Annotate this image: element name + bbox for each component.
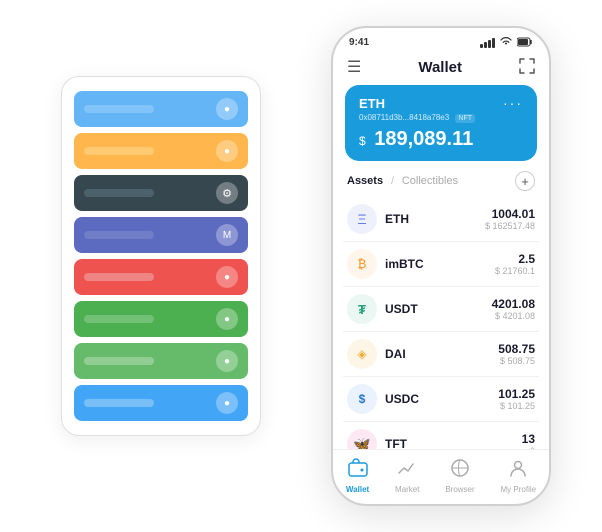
usdt-usd: $ 4201.08 [492,311,535,321]
eth-card-amount: $ 189,089.11 [359,128,523,151]
asset-row-dai[interactable]: ◈ DAI 508.75 $ 508.75 [343,332,539,377]
assets-header: Assets / Collectibles + [333,171,549,197]
nav-wallet[interactable]: Wallet [346,458,369,494]
usdt-symbol: USDT [385,302,492,316]
imbtc-amounts: 2.5 $ 21760.1 [495,252,535,276]
profile-nav-icon [508,458,528,483]
assets-tabs: Assets / Collectibles [347,175,458,187]
stack-card-line-7 [84,357,154,365]
stack-card-6: ● [74,301,248,337]
eth-symbol: ETH [385,212,485,226]
browser-nav-label: Browser [445,485,474,494]
browser-nav-icon [450,458,470,483]
usdt-amount: 4201.08 [492,297,535,311]
wallet-nav-icon [348,458,368,483]
nft-badge: NFT [455,114,475,123]
eth-amount: 1004.01 [485,207,535,221]
phone-header: ☰ Wallet [333,53,549,85]
tab-collectibles[interactable]: Collectibles [402,175,458,187]
stack-card-icon-6: ● [216,308,238,330]
usdc-usd: $ 101.25 [498,401,535,411]
scene: ● ● ⚙ M ● ● ● ● [21,16,581,516]
stack-card-2: ● [74,133,248,169]
expand-icon[interactable] [519,58,535,77]
tft-amounts: 13 0 [522,432,535,449]
stack-card-icon-8: ● [216,392,238,414]
stack-card-icon-1: ● [216,98,238,120]
imbtc-amount: 2.5 [495,252,535,266]
dai-amounts: 508.75 $ 508.75 [498,342,535,366]
stack-card-line-6 [84,315,154,323]
nav-browser[interactable]: Browser [445,458,474,494]
eth-card-title: ETH [359,96,385,111]
eth-usd: $ 162517.48 [485,221,535,231]
asset-row-usdt[interactable]: ₮ USDT 4201.08 $ 4201.08 [343,287,539,332]
stack-card-7: ● [74,343,248,379]
tab-assets[interactable]: Assets [347,175,383,187]
stack-card-line-1 [84,105,154,113]
dai-symbol: DAI [385,347,498,361]
profile-nav-label: My Profile [501,485,537,494]
stack-card-line-3 [84,189,154,197]
usdt-amounts: 4201.08 $ 4201.08 [492,297,535,321]
eth-card-address: 0x08711d3b...8418a78e3 NFT [359,113,523,122]
stack-card-line-8 [84,399,154,407]
imbtc-usd: $ 21760.1 [495,266,535,276]
stack-card-line-2 [84,147,154,155]
stack-card-8: ● [74,385,248,421]
nav-profile[interactable]: My Profile [501,458,537,494]
usdc-icon: $ [347,384,377,414]
status-bar: 9:41 [333,28,549,53]
status-time: 9:41 [349,37,369,48]
stack-card-icon-3: ⚙ [216,182,238,204]
market-nav-label: Market [395,485,419,494]
tft-amount: 13 [522,432,535,446]
eth-card-dots[interactable]: ··· [503,95,523,111]
usdc-amount: 101.25 [498,387,535,401]
asset-row-tft[interactable]: 🦋 TFT 13 0 [343,422,539,449]
imbtc-symbol: imBTC [385,257,495,271]
asset-row-imbtc[interactable]: ₿ imBTC 2.5 $ 21760.1 [343,242,539,287]
eth-amounts: 1004.01 $ 162517.48 [485,207,535,231]
dai-usd: $ 508.75 [498,356,535,366]
card-stack: ● ● ⚙ M ● ● ● ● [61,76,261,436]
asset-row-usdc[interactable]: $ USDC 101.25 $ 101.25 [343,377,539,422]
menu-icon[interactable]: ☰ [347,57,361,77]
stack-card-line-5 [84,273,154,281]
eth-icon: Ξ [347,204,377,234]
status-icons [480,36,533,49]
stack-card-5: ● [74,259,248,295]
dai-icon: ◈ [347,339,377,369]
wallet-nav-label: Wallet [346,485,369,494]
bottom-nav: Wallet Market Browser My Profile [333,449,549,504]
stack-card-icon-2: ● [216,140,238,162]
stack-card-line-4 [84,231,154,239]
phone: 9:41 ☰ Wallet [331,26,551,506]
stack-card-4: M [74,217,248,253]
imbtc-icon: ₿ [347,249,377,279]
eth-card-header: ETH ··· [359,95,523,111]
stack-card-1: ● [74,91,248,127]
tab-separator: / [391,176,394,187]
market-nav-icon [397,458,417,483]
wallet-title: Wallet [418,59,462,76]
eth-card: ETH ··· 0x08711d3b...8418a78e3 NFT $ 189… [345,85,537,161]
usdc-amounts: 101.25 $ 101.25 [498,387,535,411]
wifi-icon [500,36,512,49]
usdt-icon: ₮ [347,294,377,324]
tft-icon: 🦋 [347,429,377,449]
stack-card-icon-4: M [216,224,238,246]
dai-amount: 508.75 [498,342,535,356]
signal-icon [480,38,495,48]
asset-row-eth[interactable]: Ξ ETH 1004.01 $ 162517.48 [343,197,539,242]
asset-list: Ξ ETH 1004.01 $ 162517.48 ₿ imBTC 2.5 $ … [333,197,549,449]
stack-card-icon-7: ● [216,350,238,372]
tft-symbol: TFT [385,437,522,449]
nav-market[interactable]: Market [395,458,419,494]
usdc-symbol: USDC [385,392,498,406]
battery-icon [517,37,533,49]
stack-card-3: ⚙ [74,175,248,211]
stack-card-icon-5: ● [216,266,238,288]
add-asset-button[interactable]: + [515,171,535,191]
